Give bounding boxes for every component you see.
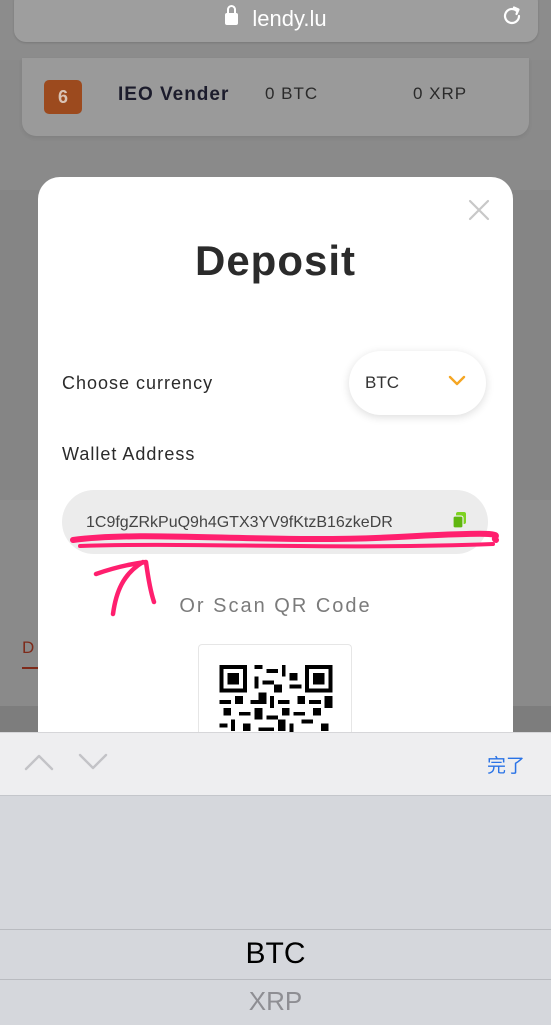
currency-select[interactable]: BTC [349,351,486,415]
rank-badge: 6 [44,80,82,114]
wallet-address-label: Wallet Address [62,444,196,464]
row-xrp-value: 0 XRP [413,84,468,103]
url-display[interactable]: lendy.lu [14,5,538,32]
reload-icon[interactable] [500,4,524,28]
keyboard-accessory-bar: 完了 [0,732,551,795]
lock-icon [225,5,239,25]
address-bar[interactable]: lendy.lu [14,0,538,42]
background-ranking-row: 6 IEO Vender 0 BTC 0 XRP [22,58,529,136]
done-button[interactable]: 完了 [487,751,525,778]
chevron-down-icon [448,375,466,386]
background-tab-label: D [22,638,35,657]
close-icon[interactable] [466,197,492,223]
modal-title: Deposit [194,237,356,284]
url-text: lendy.lu [252,6,327,31]
row-name: IEO Vender [118,84,230,105]
picker-selection-top-line [0,929,551,930]
picker-option-btc[interactable]: BTC [0,937,551,971]
currency-picker-wheel[interactable]: BTC XRP [0,795,551,1025]
picker-option-xrp[interactable]: XRP [0,986,551,1017]
scan-qr-label: Or Scan QR Code [179,595,372,617]
row-btc-value: 0 BTC [265,84,319,103]
chevron-down-icon[interactable] [78,753,108,771]
currency-label: Choose currency [62,373,214,393]
chevron-up-icon[interactable] [24,753,54,771]
picker-selection-bottom-line [0,979,551,980]
currency-selected-value: BTC [365,373,399,392]
browser-toolbar: lendy.lu [0,0,551,60]
deposit-modal: Deposit Choose currency BTC Wallet Addre… [38,177,513,778]
